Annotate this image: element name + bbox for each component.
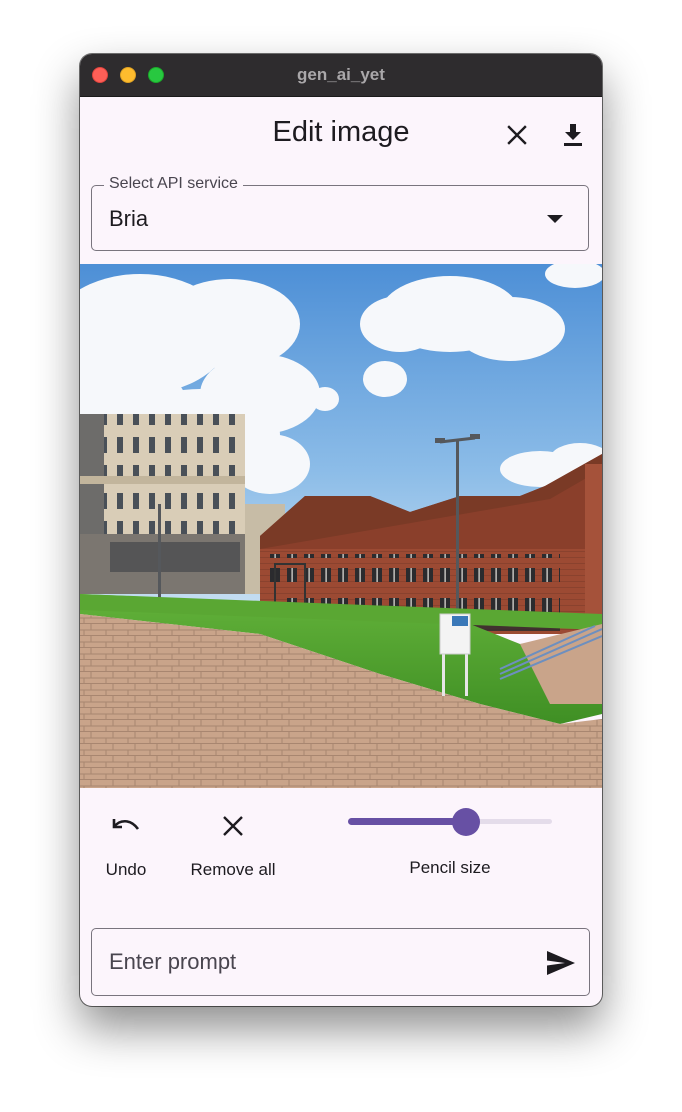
app-window: gen_ai_yet Edit image Select API service… [80, 54, 602, 1006]
prompt-field[interactable] [91, 928, 590, 996]
undo-icon [112, 819, 140, 830]
campus-photo [80, 264, 602, 788]
remove-all-button[interactable]: Remove all [180, 806, 286, 880]
slider-thumb[interactable] [452, 808, 480, 836]
pencil-size-label: Pencil size [409, 858, 491, 877]
undo-label: Undo [105, 860, 147, 879]
slider-active-track [348, 818, 466, 825]
send-icon [547, 951, 575, 975]
editable-image[interactable] [80, 264, 602, 788]
api-service-label: Select API service [104, 175, 243, 193]
remove-all-label: Remove all [190, 860, 276, 879]
close-icon [223, 816, 243, 836]
window-titlebar: gen_ai_yet [80, 54, 602, 97]
dropdown-arrow-icon [547, 215, 563, 223]
download-icon [564, 124, 582, 146]
remove-all-icon-wrapper[interactable] [213, 806, 253, 846]
download-button[interactable] [553, 115, 593, 155]
undo-icon-wrapper[interactable] [106, 806, 146, 846]
close-icon [507, 125, 527, 145]
prompt-input[interactable] [107, 943, 531, 981]
send-button[interactable] [541, 943, 581, 983]
pencil-size-slider[interactable] [348, 808, 552, 836]
api-service-value: Bria [109, 206, 149, 231]
window-title: gen_ai_yet [297, 65, 385, 84]
undo-button[interactable]: Undo [98, 806, 154, 880]
close-button[interactable] [497, 115, 537, 155]
api-service-select[interactable]: Select API service Bria [91, 175, 589, 251]
